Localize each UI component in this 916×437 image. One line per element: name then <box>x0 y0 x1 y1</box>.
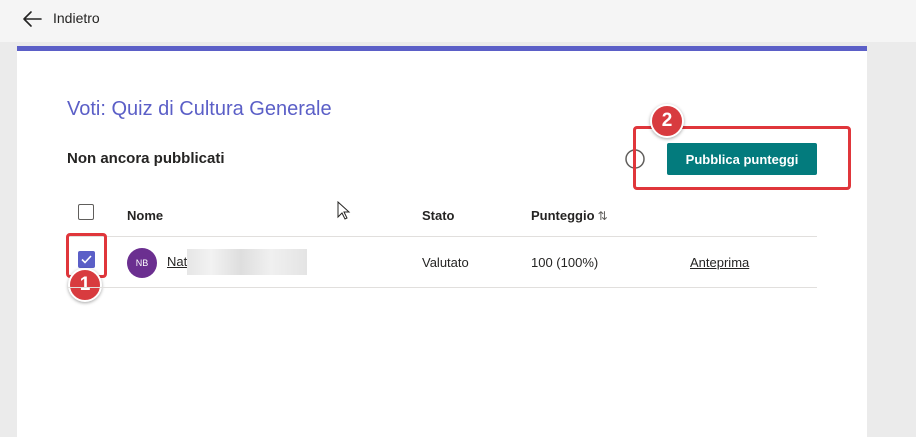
column-header-score[interactable]: Punteggio ⇅ <box>531 208 608 223</box>
mouse-cursor-icon <box>337 201 351 220</box>
column-header-score-label[interactable]: Punteggio <box>531 208 595 223</box>
column-header-status[interactable]: Stato <box>422 208 455 223</box>
student-name-link[interactable]: Nat <box>167 254 187 269</box>
table-row-divider <box>67 287 817 288</box>
status-cell: Valutato <box>422 255 469 270</box>
column-header-name[interactable]: Nome <box>127 208 163 223</box>
select-all-checkbox[interactable] <box>78 204 94 220</box>
preview-link[interactable]: Anteprima <box>690 255 749 270</box>
back-link[interactable]: Indietro <box>53 10 100 26</box>
section-title: Non ancora pubblicati <box>67 150 225 167</box>
score-cell: 100 (100%) <box>531 255 599 270</box>
back-arrow-icon[interactable] <box>22 10 42 28</box>
redacted-name-blur <box>187 249 307 275</box>
top-bar: Indietro <box>0 0 916 42</box>
callout-number-2: 2 <box>650 104 684 138</box>
sort-icon[interactable]: ⇅ <box>598 209 608 223</box>
table-header-divider <box>67 236 817 237</box>
callout-number-1: 1 <box>68 268 102 302</box>
page-title: Voti: Quiz di Cultura Generale <box>67 98 332 120</box>
avatar: NB <box>127 248 157 278</box>
